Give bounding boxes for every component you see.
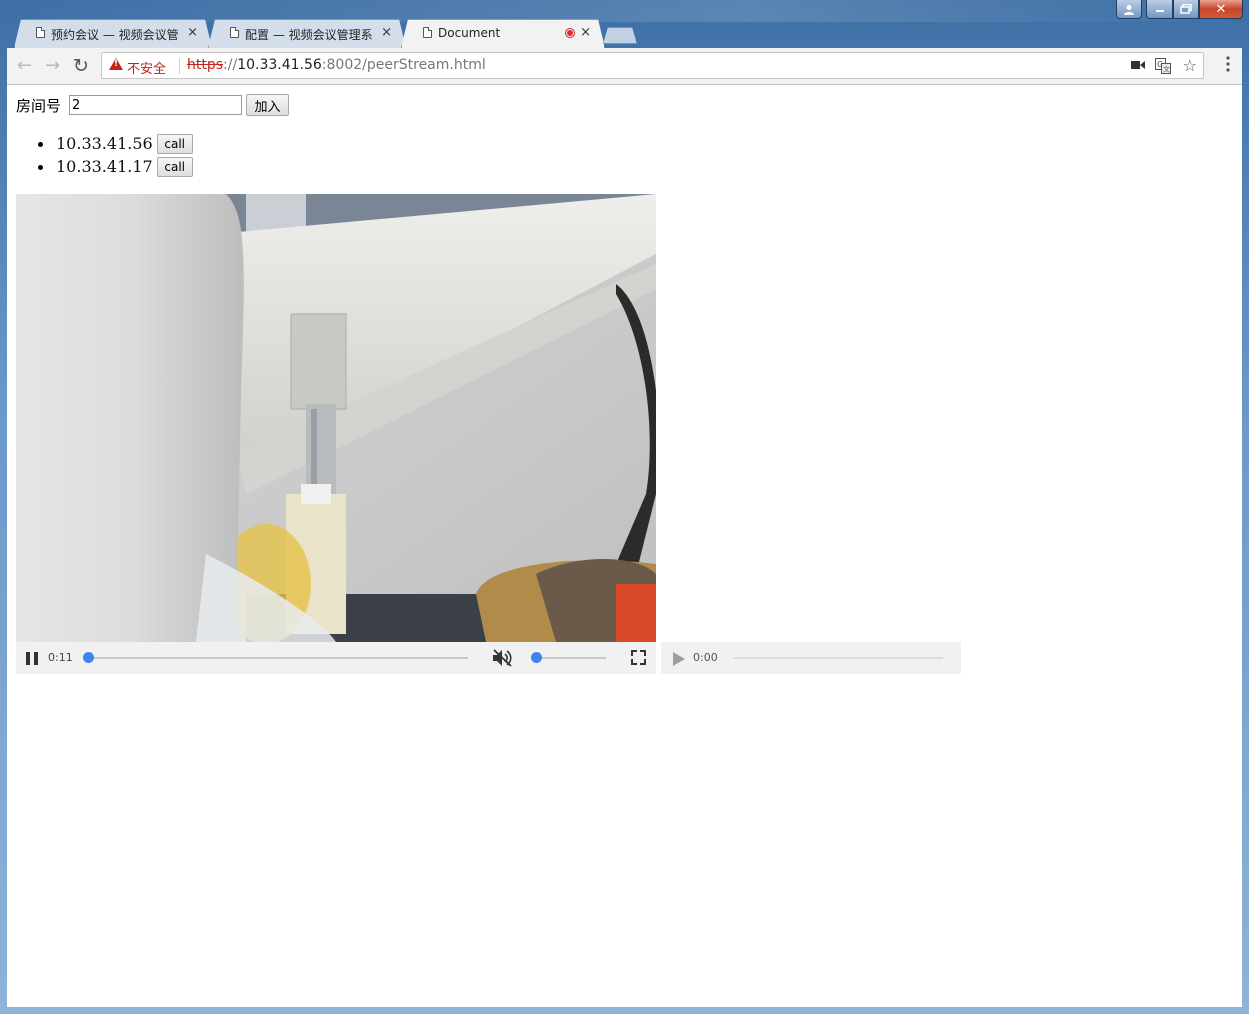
minimize-icon bbox=[1155, 10, 1164, 12]
list-item: 10.33.41.56 call bbox=[35, 132, 193, 155]
fullscreen-icon[interactable] bbox=[631, 650, 646, 665]
tab-close-icon[interactable]: × bbox=[187, 25, 198, 40]
volume-handle[interactable] bbox=[531, 652, 542, 663]
maximize-button[interactable] bbox=[1173, 0, 1199, 19]
restore-icon bbox=[1180, 4, 1192, 14]
minimize-button[interactable] bbox=[1146, 0, 1173, 19]
user-profile-button[interactable] bbox=[1116, 0, 1142, 19]
play-icon[interactable] bbox=[673, 651, 685, 670]
peer-list: 10.33.41.56 call 10.33.41.17 call bbox=[35, 132, 193, 178]
pause-icon[interactable] bbox=[26, 652, 38, 665]
bullet bbox=[38, 142, 43, 147]
svg-text:文: 文 bbox=[1163, 65, 1170, 74]
browser-toolbar: ← → ↻ 不安全 https://10.33.41.56:8002/peerS… bbox=[7, 48, 1242, 85]
security-status[interactable]: 不安全 bbox=[127, 58, 166, 77]
tab-close-icon[interactable]: × bbox=[580, 25, 591, 40]
url-path: :8002/peerStream.html bbox=[321, 57, 486, 73]
tab-1[interactable]: 预约会议 — 视频会议管 × bbox=[14, 19, 212, 48]
camera-icon[interactable] bbox=[1131, 59, 1145, 74]
tab-3-active[interactable]: Document × bbox=[401, 19, 605, 48]
room-input[interactable] bbox=[69, 95, 242, 115]
close-window-button[interactable]: ✕ bbox=[1199, 0, 1243, 19]
call-button[interactable]: call bbox=[156, 133, 193, 154]
url-scheme: https bbox=[187, 57, 224, 73]
close-icon: ✕ bbox=[1215, 1, 1227, 17]
url-text[interactable]: https://10.33.41.56:8002/peerStream.html bbox=[187, 57, 486, 73]
current-time: 0:11 bbox=[48, 651, 73, 664]
tab-close-icon[interactable]: × bbox=[381, 25, 392, 40]
warning-icon bbox=[109, 58, 123, 70]
call-button[interactable]: call bbox=[156, 156, 193, 177]
document-icon bbox=[423, 27, 432, 38]
url-separator: :// bbox=[223, 57, 238, 73]
progress-track[interactable] bbox=[88, 657, 468, 659]
recording-indicator-icon bbox=[565, 28, 575, 38]
address-bar[interactable]: 不安全 https://10.33.41.56:8002/peerStream.… bbox=[101, 52, 1204, 79]
video-controls-bar: 0:11 bbox=[16, 642, 656, 674]
tab-2[interactable]: 配置 — 视频会议管理系 × bbox=[208, 19, 406, 48]
room-label: 房间号 bbox=[16, 97, 62, 115]
camera-feed-image bbox=[16, 194, 656, 642]
progress-handle[interactable] bbox=[83, 652, 94, 663]
new-tab-button[interactable] bbox=[603, 27, 637, 44]
peer-ip: 10.33.41.17 bbox=[56, 157, 153, 176]
translate-icon[interactable]: G文 bbox=[1155, 58, 1171, 78]
url-host: 10.33.41.56 bbox=[237, 57, 322, 73]
list-item: 10.33.41.17 call bbox=[35, 155, 193, 178]
back-arrow-icon[interactable]: ← bbox=[17, 57, 32, 75]
document-icon bbox=[36, 27, 45, 38]
volume-track[interactable] bbox=[536, 657, 606, 659]
progress-track[interactable] bbox=[733, 657, 943, 659]
tab-title: Document bbox=[438, 26, 501, 40]
browser-window: ✕ 预约会议 — 视频会议管 × 配置 — 视频会议管理系 × Document… bbox=[0, 0, 1249, 1014]
person-icon bbox=[1124, 4, 1134, 15]
remote-video-player[interactable]: 0:00 bbox=[661, 642, 961, 674]
muted-speaker-icon[interactable] bbox=[492, 649, 512, 671]
reload-icon[interactable]: ↻ bbox=[73, 57, 89, 76]
menu-icon[interactable] bbox=[1226, 56, 1230, 72]
tab-title: 预约会议 — 视频会议管 bbox=[51, 28, 179, 42]
divider bbox=[179, 58, 180, 74]
forward-arrow-icon[interactable]: → bbox=[45, 57, 60, 75]
page-content: 房间号 加入 10.33.41.56 call 10.33.41.17 call bbox=[7, 85, 1242, 1007]
peer-ip: 10.33.41.56 bbox=[56, 134, 153, 153]
current-time: 0:00 bbox=[693, 651, 718, 664]
join-button[interactable]: 加入 bbox=[246, 94, 289, 116]
bullet bbox=[38, 165, 43, 170]
document-icon bbox=[230, 27, 239, 38]
star-icon[interactable]: ☆ bbox=[1183, 56, 1197, 75]
local-video-player[interactable]: 0:11 bbox=[16, 194, 656, 674]
tab-title: 配置 — 视频会议管理系 bbox=[245, 28, 373, 42]
window-controls: ✕ bbox=[1116, 0, 1243, 20]
